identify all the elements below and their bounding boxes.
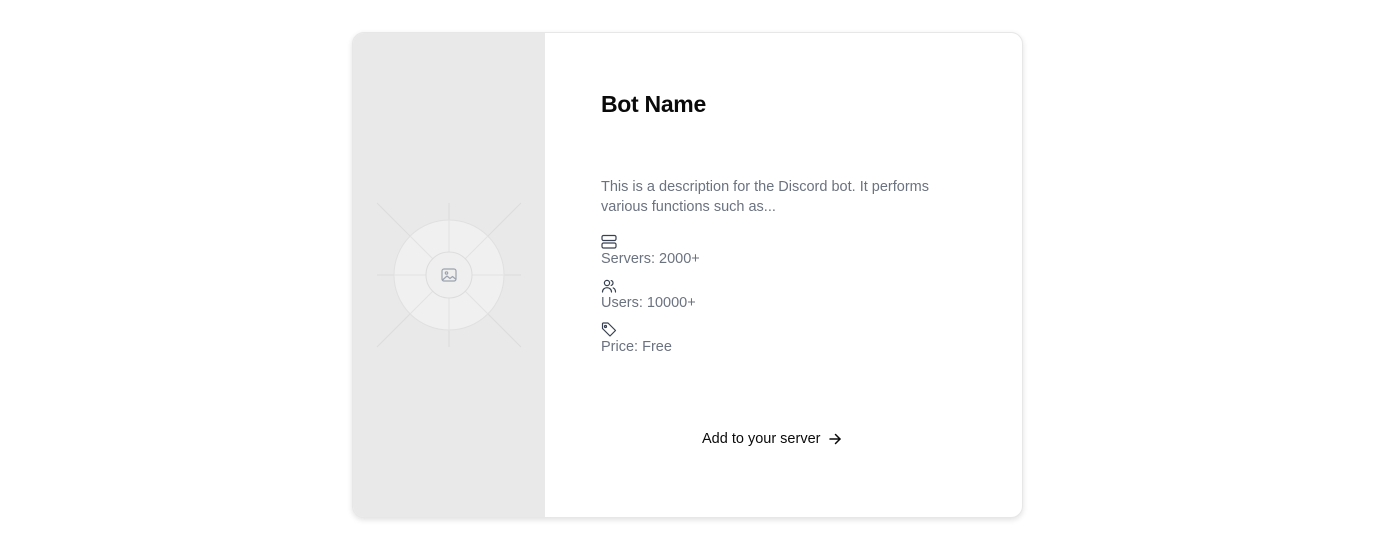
bot-details: Bot Name This is a description for the D…	[545, 33, 1022, 517]
image-placeholder-graphic	[376, 202, 522, 348]
stat-servers-label: Servers: 2000+	[601, 251, 700, 267]
bot-description: This is a description for the Discord bo…	[601, 179, 929, 215]
bot-image-placeholder	[353, 33, 545, 517]
server-icon	[601, 234, 617, 249]
bot-name: Bot Name	[601, 91, 706, 117]
stat-users-label: Users: 10000+	[601, 295, 696, 311]
bot-card: Bot Name This is a description for the D…	[352, 32, 1023, 518]
stat-price-label: Price: Free	[601, 339, 672, 355]
add-to-server-label: Add to your server	[702, 431, 821, 447]
arrow-right-icon	[829, 433, 842, 445]
tag-icon	[601, 322, 617, 337]
users-icon	[601, 279, 617, 293]
add-to-server-button[interactable]: Add to your server	[702, 431, 842, 447]
